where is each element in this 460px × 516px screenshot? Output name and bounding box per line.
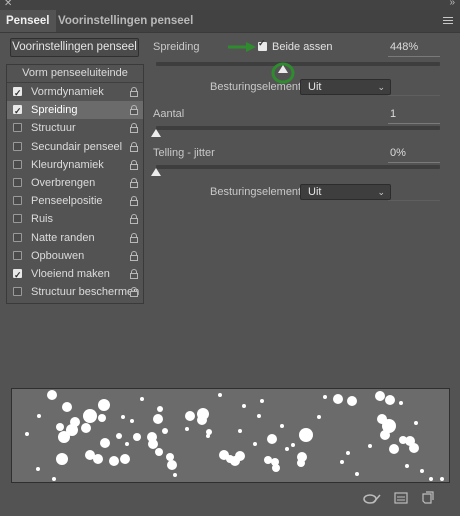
control1-value: Uit <box>308 81 322 93</box>
setting-label: Penseelpositie <box>31 195 103 208</box>
setting-checkbox[interactable] <box>13 232 22 242</box>
scatter-slider-thumb[interactable] <box>278 65 289 73</box>
brush-setting-item[interactable]: Natte randen <box>7 229 143 247</box>
count-slider-thumb[interactable] <box>151 129 161 137</box>
setting-checkbox[interactable] <box>13 214 22 224</box>
scatter-value-underline <box>388 56 440 57</box>
collapse-panel-icon[interactable]: » <box>449 0 454 8</box>
count-jitter-slider-thumb[interactable] <box>151 168 161 176</box>
count-jitter-underline <box>388 162 440 163</box>
setting-label: Overbrengen <box>31 176 96 189</box>
setting-checkbox[interactable] <box>13 102 22 120</box>
brush-setting-item[interactable]: Ruis <box>7 210 143 228</box>
new-brush-icon[interactable] <box>421 491 435 505</box>
setting-checkbox[interactable] <box>13 177 22 187</box>
setting-checkbox[interactable] <box>13 196 22 206</box>
brush-stroke-preview <box>11 388 450 483</box>
brush-setting-item[interactable]: Vormdynamiek <box>7 83 143 102</box>
lock-icon[interactable] <box>130 105 138 116</box>
brush-setting-item[interactable]: Spreiding <box>7 101 143 120</box>
control1-underline <box>388 95 440 96</box>
brush-setting-item[interactable]: Structuur beschermen <box>7 283 143 301</box>
brush-setting-item[interactable]: Secundair penseel <box>7 138 143 156</box>
control1-select[interactable]: Uit ⌄ <box>300 79 391 95</box>
count-value[interactable]: 1 <box>390 108 396 120</box>
count-value-underline <box>388 123 440 124</box>
setting-checkbox[interactable] <box>13 266 22 284</box>
lock-icon[interactable] <box>130 232 138 243</box>
count-slider-track[interactable] <box>156 126 440 130</box>
lock-icon[interactable] <box>130 87 138 97</box>
both-axes-label: Beide assen <box>272 41 333 53</box>
scatter-slider-track[interactable] <box>156 62 440 66</box>
setting-label: Vloeiend maken <box>31 267 110 280</box>
control2-label: Besturingselement: <box>210 186 305 198</box>
setting-label: Kleurdynamiek <box>31 158 104 171</box>
setting-checkbox[interactable] <box>13 84 22 102</box>
brush-setting-item[interactable]: Penseelpositie <box>7 192 143 210</box>
brush-setting-item[interactable]: Overbrengen <box>7 174 143 192</box>
setting-label: Natte randen <box>31 231 95 244</box>
count-jitter-slider-track[interactable] <box>156 165 440 169</box>
brush-settings-list: Vorm penseeluiteinde Vormdynamiek Spreidi… <box>6 64 144 304</box>
chevron-down-icon: ⌄ <box>377 187 385 197</box>
lock-icon[interactable] <box>130 214 138 225</box>
brush-setting-item[interactable]: Structuur <box>7 119 143 137</box>
control2-select[interactable]: Uit ⌄ <box>300 184 391 200</box>
setting-checkbox[interactable] <box>13 123 22 133</box>
setting-checkbox[interactable] <box>13 250 22 260</box>
brush-setting-item[interactable]: Kleurdynamiek <box>7 156 143 174</box>
lock-icon[interactable] <box>130 159 138 170</box>
setting-label: Spreiding <box>31 104 78 117</box>
brush-setting-item[interactable]: Vloeiend maken <box>7 265 143 284</box>
tab-bar: Penseel Voorinstellingen penseel <box>0 10 460 33</box>
lock-icon[interactable] <box>130 250 138 261</box>
setting-checkbox[interactable] <box>13 287 22 297</box>
setting-checkbox[interactable] <box>13 159 22 169</box>
lock-icon[interactable] <box>130 268 138 279</box>
scatter-value[interactable]: 448% <box>390 41 418 53</box>
brush-setting-item[interactable]: Opbouwen <box>7 247 143 265</box>
setting-label: Ruis <box>31 213 54 226</box>
toggle-live-tip-preview-icon[interactable] <box>362 492 382 506</box>
tab-penseel[interactable]: Penseel <box>0 10 56 32</box>
count-jitter-label: Telling - jitter <box>153 147 215 159</box>
scatter-label: Spreiding <box>153 41 200 53</box>
setting-label: Structuur beschermen <box>31 286 140 299</box>
setting-label: Opbouwen <box>31 249 85 262</box>
control2-value: Uit <box>308 186 322 198</box>
brush-presets-button[interactable]: Voorinstellingen penseel <box>10 38 139 57</box>
lock-icon[interactable] <box>130 141 138 152</box>
setting-label: Vormdynamiek <box>31 86 104 98</box>
brush-tip-shape-header[interactable]: Vorm penseeluiteinde <box>7 65 143 83</box>
panel-menu-icon[interactable] <box>443 17 453 26</box>
panel-top-strip: ✕ » <box>0 0 460 10</box>
bottom-toolbar <box>0 484 460 516</box>
scatter-dots-preview <box>25 390 444 481</box>
control2-underline <box>388 200 440 201</box>
lock-icon[interactable] <box>130 196 138 207</box>
setting-label: Secundair penseel <box>31 140 123 153</box>
count-label: Aantal <box>153 108 185 120</box>
lock-icon[interactable] <box>130 123 138 134</box>
setting-checkbox[interactable] <box>13 141 22 151</box>
annotation-arrow <box>228 42 256 52</box>
lock-icon[interactable] <box>130 287 138 298</box>
brush-grid-icon[interactable] <box>394 492 408 504</box>
tab-voorinstellingen-penseel[interactable]: Voorinstellingen penseel <box>52 10 199 32</box>
both-axes-checkbox[interactable] <box>258 38 267 51</box>
lock-icon[interactable] <box>130 177 138 188</box>
control1-label: Besturingselement: <box>210 81 305 93</box>
close-panel-icon[interactable]: ✕ <box>4 0 12 9</box>
count-jitter-value[interactable]: 0% <box>390 147 406 159</box>
setting-label: Structuur <box>31 122 76 135</box>
chevron-down-icon: ⌄ <box>377 82 385 92</box>
